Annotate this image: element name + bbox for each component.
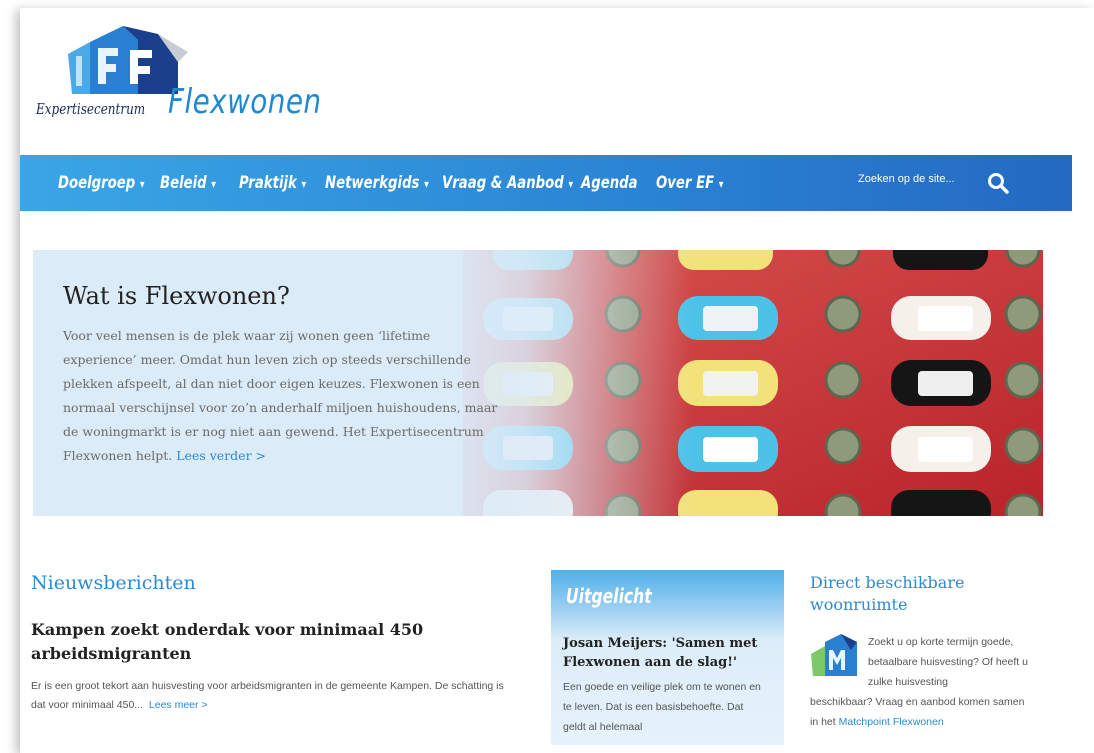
nav-item-doelgroep[interactable]: Doelgroep ▾ — [58, 173, 145, 193]
news-section-title: Nieuwsberichten — [31, 572, 196, 594]
chevron-down-icon: ▾ — [718, 177, 724, 191]
matchpoint-link[interactable]: Matchpoint Flexwonen — [839, 716, 944, 728]
search-input[interactable]: Zoeken op de site... — [858, 173, 955, 185]
nav-item-praktijk[interactable]: Praktijk ▾ — [239, 173, 306, 193]
chevron-down-icon: ▾ — [568, 177, 574, 191]
logo-big-text: Flexwonen — [168, 82, 322, 122]
site-logo[interactable]: Expertisecentrum Flexwonen — [33, 22, 321, 142]
main-nav: Doelgroep ▾ Beleid ▾ Praktijk ▾ Netwerkg… — [20, 155, 1072, 211]
nav-item-over-ef[interactable]: Over EF ▾ — [656, 173, 724, 193]
chevron-down-icon: ▾ — [301, 177, 307, 191]
read-more-link[interactable]: Lees verder > — [176, 448, 266, 463]
nav-item-agenda[interactable]: Agenda — [581, 173, 640, 193]
featured-box: Uitgelicht Josan Meijers: 'Samen met Fle… — [551, 570, 784, 745]
side-section-title: Direct beschikbare woonruimte — [810, 573, 965, 614]
article-title[interactable]: Kampen zoekt onderdak voor minimaal 450 … — [31, 618, 491, 666]
hero-text: Voor veel mensen is de plek waar zij won… — [63, 328, 498, 463]
hero-title: Wat is Flexwonen? — [63, 282, 290, 310]
chevron-down-icon: ▾ — [211, 177, 217, 191]
side-text: Zoekt u op korte termijn goede, betaalba… — [810, 636, 1028, 728]
article-read-more-link[interactable]: Lees meer > — [149, 699, 208, 711]
nav-item-vraag-aanbod[interactable]: Vraag & Aanbod ▾ — [442, 173, 573, 193]
article-excerpt: Er is een groot tekort aan huisvesting v… — [31, 680, 504, 711]
search-icon[interactable] — [986, 171, 1010, 195]
chevron-down-icon: ▾ — [424, 177, 429, 191]
nav-item-netwerkgids[interactable]: Netwerkgids ▾ — [325, 173, 429, 193]
hero-banner: Wat is Flexwonen? Voor veel mensen is de… — [33, 250, 1043, 516]
logo-small-text: Expertisecentrum — [36, 100, 146, 118]
featured-title[interactable]: Josan Meijers: 'Samen met Flexwonen aan … — [563, 634, 773, 672]
nav-items: Doelgroep ▾ Beleid ▾ Praktijk ▾ Netwerkg… — [58, 155, 736, 211]
featured-heading: Uitgelicht — [566, 584, 652, 608]
nav-item-beleid[interactable]: Beleid ▾ — [160, 173, 222, 193]
featured-text: Een goede en veilige plek om te wonen en… — [563, 681, 761, 733]
chevron-down-icon: ▾ — [139, 177, 145, 191]
